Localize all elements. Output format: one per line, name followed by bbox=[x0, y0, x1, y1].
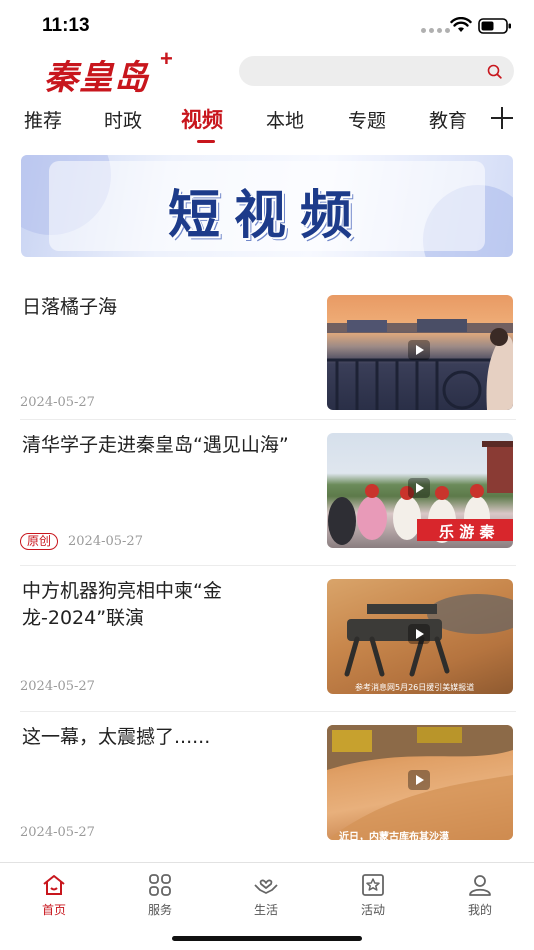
banner-title: 短视频 bbox=[167, 186, 366, 246]
profile-icon[interactable] bbox=[467, 873, 493, 897]
list-item[interactable]: 这一幕，太震撼了...... 2024-05-27 近日，内蒙古库布其沙漠 bbox=[0, 724, 534, 869]
battery-icon bbox=[478, 18, 511, 34]
news-date: 2024-05-27 bbox=[68, 534, 143, 549]
news-title[interactable]: 日落橘子海 bbox=[22, 294, 307, 321]
news-meta: 2024-05-27 bbox=[20, 679, 95, 694]
divider bbox=[20, 419, 516, 420]
status-bar: 11:13 bbox=[0, 0, 534, 50]
tabbar-profile[interactable]: 我的 bbox=[450, 873, 510, 918]
news-title[interactable]: 清华学子走进秦皇岛“遇见山海” bbox=[22, 432, 307, 459]
thumb-banner-text: 乐 游 秦 bbox=[439, 523, 495, 541]
tabbar-label: 活动 bbox=[360, 903, 385, 917]
divider bbox=[20, 711, 516, 712]
activity-star-icon[interactable] bbox=[360, 873, 386, 897]
play-icon[interactable] bbox=[408, 624, 430, 644]
life-hands-icon[interactable] bbox=[253, 873, 279, 897]
video-thumbnail[interactable]: 近日，内蒙古库布其沙漠 bbox=[327, 725, 513, 840]
original-badge: 原创 bbox=[20, 533, 59, 550]
app-header: 秦皇岛 + bbox=[0, 46, 534, 98]
news-meta: 原创 2024-05-27 bbox=[20, 533, 143, 550]
home-indicator bbox=[172, 936, 362, 941]
tabbar-activity[interactable]: 活动 bbox=[343, 873, 403, 918]
news-title[interactable]: 这一幕，太震撼了...... bbox=[22, 724, 307, 751]
short-video-banner[interactable]: 短视频 bbox=[21, 155, 513, 257]
logo-plus: + bbox=[160, 46, 173, 71]
tab-local[interactable]: 本地 bbox=[266, 106, 304, 133]
list-item[interactable]: 日落橘子海 2024-05-27 bbox=[0, 294, 534, 439]
divider bbox=[20, 565, 516, 566]
app-logo: 秦皇岛 bbox=[44, 58, 149, 98]
service-grid-icon[interactable] bbox=[147, 873, 173, 897]
news-date: 2024-05-27 bbox=[20, 679, 95, 694]
thumb-caption: 近日，内蒙古库布其沙漠 bbox=[339, 832, 449, 840]
wifi-icon bbox=[450, 17, 472, 32]
tabbar-life[interactable]: 生活 bbox=[236, 873, 296, 918]
news-date: 2024-05-27 bbox=[20, 825, 95, 840]
home-icon[interactable] bbox=[41, 873, 67, 897]
signal-dots-icon bbox=[421, 28, 450, 33]
tab-recommend[interactable]: 推荐 bbox=[24, 106, 62, 133]
news-meta: 2024-05-27 bbox=[20, 395, 95, 410]
video-thumbnail[interactable] bbox=[327, 295, 513, 410]
tab-scroll-fade bbox=[460, 96, 490, 144]
search-input[interactable] bbox=[239, 56, 514, 86]
search-icon[interactable] bbox=[487, 64, 502, 79]
video-thumbnail[interactable]: 参考消息网5月26日援引美媒报道 bbox=[327, 579, 513, 694]
news-date: 2024-05-27 bbox=[20, 395, 95, 410]
play-icon[interactable] bbox=[408, 340, 430, 360]
tabbar-label: 首页 bbox=[41, 903, 66, 917]
category-tabs: 推荐 时政 视频 本地 专题 教育 bbox=[0, 96, 534, 144]
tab-topics[interactable]: 专题 bbox=[348, 106, 386, 133]
tabbar-home[interactable]: 首页 bbox=[24, 873, 84, 918]
tab-politics[interactable]: 时政 bbox=[104, 106, 142, 133]
play-icon[interactable] bbox=[408, 478, 430, 498]
tabbar-label: 生活 bbox=[253, 903, 278, 917]
tabbar-label: 服务 bbox=[147, 903, 172, 917]
list-item[interactable]: 中方机器狗亮相中柬“金龙-2024”联演 2024-05-27 参考消息网5月2… bbox=[0, 578, 534, 723]
tabbar-label: 我的 bbox=[467, 903, 492, 917]
status-time: 11:13 bbox=[42, 15, 90, 36]
tabbar-service[interactable]: 服务 bbox=[130, 873, 190, 918]
tab-video[interactable]: 视频 bbox=[181, 104, 223, 134]
list-item[interactable]: 清华学子走进秦皇岛“遇见山海” 原创 2024-05-27 乐 游 秦 bbox=[0, 432, 534, 577]
video-thumbnail[interactable]: 乐 游 秦 bbox=[327, 433, 513, 548]
add-channel-icon[interactable] bbox=[488, 104, 516, 132]
play-icon[interactable] bbox=[408, 770, 430, 790]
thumb-caption: 参考消息网5月26日援引美媒报道 bbox=[355, 683, 475, 692]
news-title[interactable]: 中方机器狗亮相中柬“金龙-2024”联演 bbox=[22, 578, 307, 632]
active-tab-indicator bbox=[197, 140, 215, 143]
news-meta: 2024-05-27 bbox=[20, 825, 95, 840]
